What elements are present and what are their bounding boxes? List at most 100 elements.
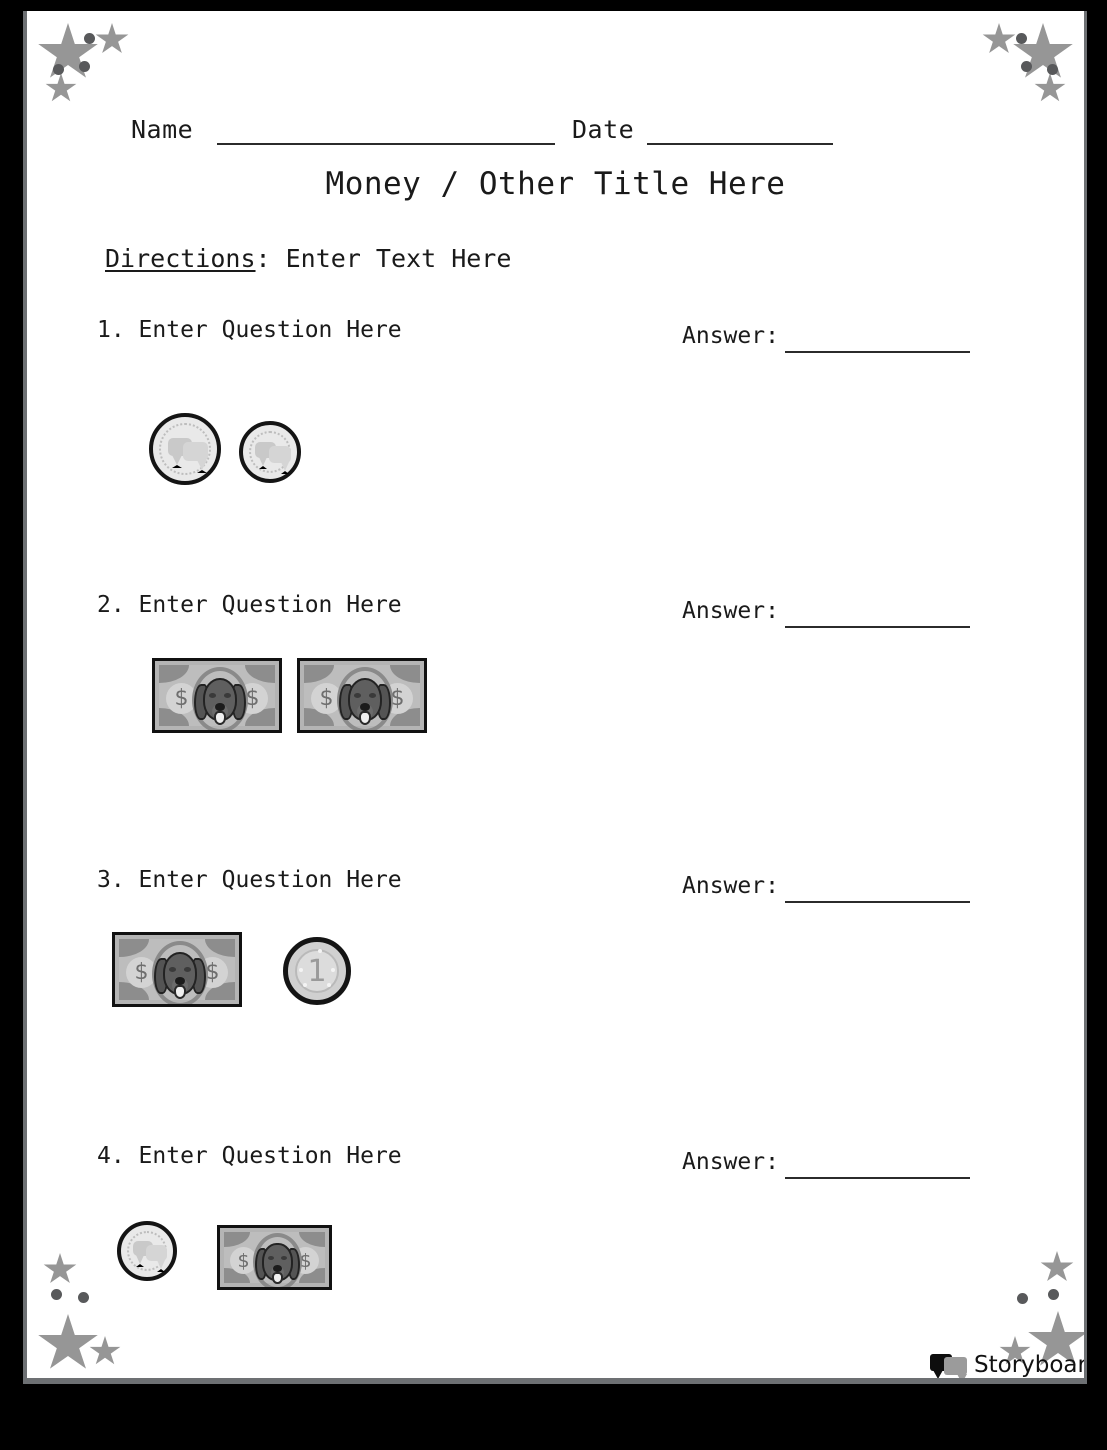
star-decoration xyxy=(95,23,129,54)
answer-input-line[interactable] xyxy=(785,1177,970,1179)
chat-bubble-tail xyxy=(136,1255,144,1267)
name-label: Name xyxy=(131,115,194,144)
chat-bubble-shape xyxy=(269,446,291,463)
page-title: Money / Other Title Here xyxy=(325,166,786,202)
dot-decoration xyxy=(1017,1293,1028,1304)
chat-bubble-shape xyxy=(146,1245,167,1261)
question-text: 2. Enter Question Here xyxy=(97,592,402,618)
chat-bubble-tail xyxy=(259,457,267,469)
name-date-row: Name Date xyxy=(27,115,1084,155)
dot-decoration xyxy=(1016,33,1027,44)
bill-field: $ $ xyxy=(119,939,235,1004)
star-decoration xyxy=(38,23,98,78)
date-label: Date xyxy=(572,115,635,144)
coin-sparkle xyxy=(318,949,322,953)
dog-muzzle xyxy=(359,710,371,725)
star-decoration xyxy=(1040,1251,1074,1282)
name-input-line[interactable] xyxy=(217,143,555,145)
bill-corner xyxy=(159,665,190,684)
bill-field: $ $ xyxy=(224,1232,325,1287)
logo-chat-bubble-dark-tail xyxy=(933,1370,943,1378)
answer-group: Answer: xyxy=(682,1149,1012,1183)
dot-decoration xyxy=(53,64,64,75)
question-text: 4. Enter Question Here xyxy=(97,1143,402,1169)
dollar-bill-icon: $ $ xyxy=(112,932,242,1007)
dot-decoration xyxy=(78,1292,89,1303)
dog-eye xyxy=(169,967,177,972)
dog-portrait-icon xyxy=(153,947,207,1004)
dog-eye xyxy=(368,693,376,698)
coin-chat-icon xyxy=(149,413,221,485)
coin-one-icon: 1 xyxy=(283,937,351,1005)
dot-decoration xyxy=(1048,1289,1059,1300)
dot-decoration xyxy=(84,33,95,44)
worksheet-page: Name Date Money / Other Title Here Direc… xyxy=(27,11,1084,1378)
dot-decoration xyxy=(1021,61,1032,72)
coin-sparkle xyxy=(299,968,303,972)
bill-field: $ $ xyxy=(304,665,420,730)
bill-field: $ $ xyxy=(159,665,275,730)
directions-label: Directions xyxy=(105,244,256,273)
bill-corner xyxy=(119,939,150,958)
coin-sparkle xyxy=(327,983,331,987)
answer-label: Answer: xyxy=(682,873,779,899)
answer-input-line[interactable] xyxy=(785,901,970,903)
coin-value-label: 1 xyxy=(307,953,327,989)
coin-chat-icon xyxy=(117,1221,177,1281)
date-input-line[interactable] xyxy=(647,143,833,145)
bill-corner xyxy=(304,665,335,684)
answer-group: Answer: xyxy=(682,873,1012,907)
dog-eye xyxy=(223,693,231,698)
chat-bubble-tail xyxy=(281,462,289,474)
star-decoration xyxy=(1013,23,1073,78)
dollar-bill-icon: $ $ xyxy=(297,658,427,733)
logo-chat-bubble-gray-icon xyxy=(944,1357,967,1375)
star-decoration xyxy=(89,1336,121,1365)
dot-decoration xyxy=(51,1289,62,1300)
dollar-bill-icon: $ $ xyxy=(217,1225,332,1290)
chat-bubble-tail xyxy=(172,455,182,468)
answer-group: Answer: xyxy=(682,598,1012,632)
dog-muzzle xyxy=(214,710,226,725)
answer-input-line[interactable] xyxy=(785,351,970,353)
chat-bubble-tail xyxy=(197,460,207,473)
coin-sparkle xyxy=(331,968,335,972)
star-decoration xyxy=(982,23,1016,54)
dog-portrait-icon xyxy=(193,673,247,730)
dot-decoration xyxy=(1047,64,1058,75)
answer-input-line[interactable] xyxy=(785,626,970,628)
coin-chat-icon xyxy=(239,421,301,483)
bill-corner xyxy=(389,665,420,684)
bill-corner xyxy=(224,1232,251,1248)
dollar-bill-icon: $ $ xyxy=(152,658,282,733)
directions-text: Enter Text Here xyxy=(285,244,512,273)
answer-group: Answer: xyxy=(682,323,1012,357)
question-text: 1. Enter Question Here xyxy=(97,317,402,343)
dog-eye xyxy=(183,967,191,972)
star-decoration xyxy=(43,1253,77,1284)
directions-line: Directions: Enter Text Here xyxy=(105,244,511,273)
question-text: 3. Enter Question Here xyxy=(97,867,402,893)
dog-muzzle xyxy=(174,984,186,999)
bill-corner xyxy=(204,939,235,958)
dog-portrait-icon xyxy=(254,1239,301,1287)
answer-label: Answer: xyxy=(682,1149,779,1175)
star-decoration xyxy=(45,73,77,102)
page-frame: Name Date Money / Other Title Here Direc… xyxy=(0,0,1107,1450)
dog-eye xyxy=(354,693,362,698)
chat-bubble-shape xyxy=(183,442,208,461)
bill-corner xyxy=(298,1232,325,1248)
bill-corner xyxy=(244,665,275,684)
directions-separator: : xyxy=(255,244,286,273)
dog-portrait-icon xyxy=(338,673,392,730)
answer-label: Answer: xyxy=(682,323,779,349)
logo-word-primary: Storyboard xyxy=(974,1352,1084,1378)
star-decoration xyxy=(1034,73,1066,102)
chat-bubble-tail xyxy=(157,1260,165,1272)
dog-muzzle xyxy=(272,1271,283,1284)
dot-decoration xyxy=(79,61,90,72)
star-decoration xyxy=(38,1314,98,1369)
dog-eye xyxy=(209,693,217,698)
answer-label: Answer: xyxy=(682,598,779,624)
coin-sparkle xyxy=(303,983,307,987)
